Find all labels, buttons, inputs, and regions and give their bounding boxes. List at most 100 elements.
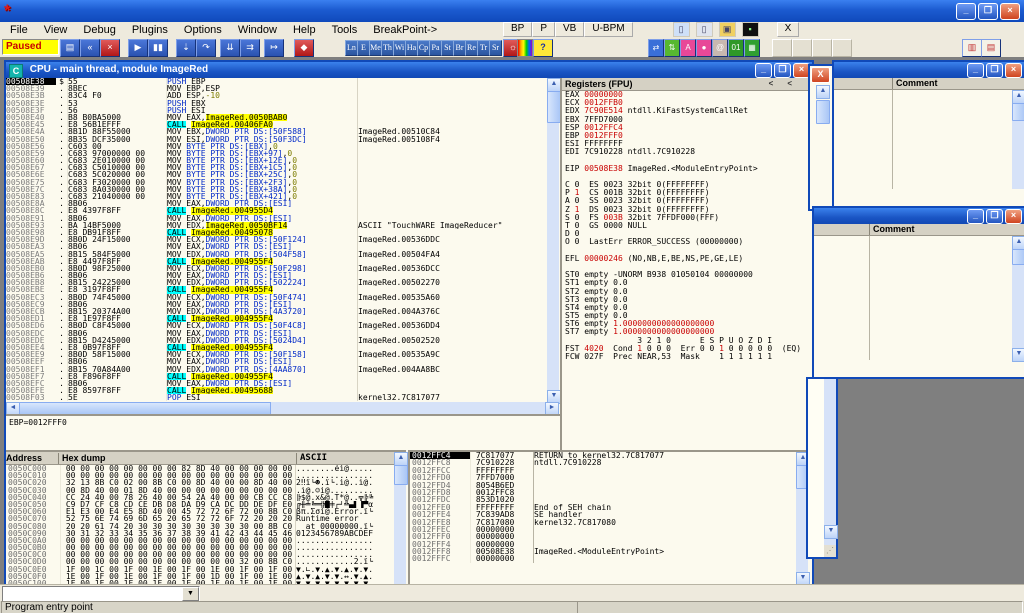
maximize-button[interactable]: ❐ bbox=[986, 63, 1003, 78]
disasm-row[interactable]: 00508E8C.E8 4397F8FFCALL ImageRed.004955… bbox=[6, 207, 547, 214]
command-combobox[interactable]: ▼ bbox=[2, 586, 200, 602]
blue-arrows-icon[interactable]: ⇄ bbox=[648, 39, 664, 57]
menu-item-help[interactable]: Help bbox=[285, 24, 324, 36]
open-file-icon[interactable]: ▤ bbox=[60, 39, 80, 57]
disasm-row[interactable]: 00508E59.C683 97000000 00MOV BYTE PTR DS… bbox=[6, 150, 547, 157]
dump-row[interactable]: 0050C050 C9 D7 CF C8 CD CE DB D8 DA D9 C… bbox=[6, 501, 394, 508]
scroll-down-icon[interactable]: ▼ bbox=[824, 525, 838, 539]
cpu-restore-button[interactable]: ❐ bbox=[774, 63, 791, 78]
register-line[interactable]: EFL 00000246 (NO,NB,E,BE,NS,PE,GE,LE) bbox=[565, 255, 810, 263]
disasm-row[interactable]: 00508E39.8BECMOV EBP,ESP bbox=[6, 85, 547, 92]
disassembly-hscrollbar[interactable]: ◄ ► bbox=[6, 402, 559, 414]
disasm-row[interactable]: 00508EDC.8B06MOV EAX,DWORD PTR DS:[ESI] bbox=[6, 330, 547, 337]
disasm-row[interactable]: 00508E8A.8B06MOV EAX,DWORD PTR DS:[ESI] bbox=[6, 200, 547, 207]
stack-pane[interactable]: 0012FFC4 7C817077RETURN to kernel32.7C81… bbox=[408, 450, 796, 586]
scroll-down-icon[interactable]: ▼ bbox=[1012, 348, 1024, 362]
register-line[interactable]: ST1 empty 0.0 bbox=[565, 279, 810, 287]
red-dot-icon[interactable]: ● bbox=[696, 39, 712, 57]
disasm-row[interactable]: 00508E98.E8 DB91F8FFCALL ImageRed.004950… bbox=[6, 229, 547, 236]
register-line[interactable]: EBP 0012FFF0 bbox=[565, 132, 810, 140]
register-line[interactable]: ECX 0012FFB0 bbox=[565, 99, 810, 107]
close-button[interactable]: × bbox=[1005, 209, 1022, 224]
stack-row[interactable]: 0012FFE4 7C839AD8SE handler bbox=[410, 511, 796, 518]
menu-item-tools[interactable]: Tools bbox=[324, 24, 366, 36]
stack-row[interactable]: 0012FFE0 FFFFFFFFEnd of SEH chain bbox=[410, 504, 796, 511]
register-line[interactable] bbox=[565, 173, 810, 181]
scroll-thumb[interactable] bbox=[1012, 103, 1024, 121]
scroll-up-icon[interactable]: ▲ bbox=[1012, 90, 1024, 104]
resize-grip[interactable]: ⋰ bbox=[824, 545, 836, 557]
spiral-icon[interactable]: @ bbox=[712, 39, 728, 57]
disasm-row[interactable]: 00508EBE.E8 3197F8FFCALL ImageRed.004955… bbox=[6, 286, 547, 293]
disasm-row[interactable]: 00508E3F.56PUSH ESI bbox=[6, 107, 547, 114]
notes-icon[interactable]: ▯ bbox=[696, 22, 713, 37]
disasm-row[interactable]: 00508E3B.83C4 F0ADD ESP,-10 bbox=[6, 92, 547, 99]
disasm-row[interactable]: 00508F03.5EPOP ESIkernel32.7C817077 bbox=[6, 394, 547, 401]
disasm-row[interactable]: 00508EFE.E8 8597F8FFCALL ImageRed.004956… bbox=[6, 387, 547, 394]
dump-row[interactable]: 0050C0A0 00 00 00 00 00 00 00 00 00 00 0… bbox=[6, 537, 394, 544]
stack-row[interactable]: 0012FFF4 00000000 bbox=[410, 541, 796, 548]
register-line[interactable]: ST7 empty 1.0000000000000000000 bbox=[565, 328, 810, 336]
dump-pane[interactable]: Address Hex dump ASCII 0050C000 00 00 00… bbox=[6, 450, 394, 586]
console-icon[interactable]: ▪ bbox=[742, 22, 759, 37]
dump-row[interactable]: 0050C040 CC 24 40 00 78 26 40 00 54 2A 4… bbox=[6, 494, 394, 501]
stack-row[interactable]: 0012FFDC 853D1020 bbox=[410, 496, 796, 503]
pluginbar-button-p[interactable]: P bbox=[532, 22, 555, 37]
comment-window-1-body[interactable]: ▲ bbox=[834, 90, 1024, 189]
scroll-thumb[interactable] bbox=[1012, 249, 1024, 265]
stack-row[interactable]: 0012FFC4 7C817077RETURN to kernel32.7C81… bbox=[410, 452, 796, 459]
restore-button[interactable]: ❐ bbox=[978, 3, 998, 20]
pluginbar-close-button[interactable]: X bbox=[777, 22, 800, 37]
stack-row[interactable]: 0012FFFC 00000000 bbox=[410, 555, 796, 562]
cpu-minimize-button[interactable]: _ bbox=[755, 63, 772, 78]
disasm-row[interactable]: 00508ED6.8B0D C8F45000MOV ECX,DWORD PTR … bbox=[6, 322, 547, 329]
menu-item-plugins[interactable]: Plugins bbox=[124, 24, 176, 36]
disasm-row[interactable]: 00508EC9.8B06MOV EAX,DWORD PTR DS:[ESI] bbox=[6, 301, 547, 308]
cpu-titlebar[interactable]: C CPU - main thread, module ImageRed _ ❐… bbox=[6, 62, 812, 78]
register-line[interactable]: FST 4020 Cond 1 0 0 0 Err 0 0 1 0 0 0 0 … bbox=[565, 345, 810, 353]
disasm-row[interactable]: 00508E38$55PUSH EBP bbox=[6, 78, 547, 85]
dropdown-arrow-icon[interactable]: ▼ bbox=[182, 587, 199, 601]
step-over-icon[interactable]: ↷ bbox=[196, 39, 216, 57]
document-icon[interactable]: ▯ bbox=[673, 22, 690, 37]
stack-row[interactable]: 0012FFF8 00508E38ImageRed.<ModuleEntryPo… bbox=[410, 548, 796, 555]
register-line[interactable] bbox=[565, 157, 810, 165]
comment-window-1-titlebar[interactable]: _ ❐ × bbox=[834, 62, 1024, 78]
minimize-button[interactable]: _ bbox=[956, 3, 976, 20]
disasm-row[interactable]: 00508EAB.E8 4497F8FFCALL ImageRed.004955… bbox=[6, 258, 547, 265]
stack-row[interactable]: 0012FFD0 7FFD7000 bbox=[410, 474, 796, 481]
register-line[interactable] bbox=[565, 247, 810, 255]
menu-item-options[interactable]: Options bbox=[176, 24, 230, 36]
run-icon[interactable]: ▶ bbox=[128, 39, 148, 57]
scroll-thumb[interactable] bbox=[547, 91, 561, 123]
register-line[interactable]: D 0 bbox=[565, 230, 810, 238]
disasm-row[interactable]: 00508ECB.8B15 20374A00MOV EDX,DWORD PTR … bbox=[6, 308, 547, 315]
register-line[interactable]: FCW 027F Prec NEAR,53 Mask 1 1 1 1 1 1 bbox=[565, 353, 810, 361]
register-line[interactable]: ST0 empty -UNORM B938 01050104 00000000 bbox=[565, 271, 810, 279]
disasm-row[interactable]: 00508E91.8B06MOV EAX,DWORD PTR DS:[ESI] bbox=[6, 215, 547, 222]
disasm-row[interactable]: 00508EDE.8B15 D4245000MOV EDX,DWORD PTR … bbox=[6, 337, 547, 344]
dump-row[interactable]: 0050C0C0 00 00 00 00 00 00 00 00 00 00 0… bbox=[6, 551, 394, 558]
disasm-row[interactable]: 00508E67.C683 C5010000 00MOV BYTE PTR DS… bbox=[6, 164, 547, 171]
disasm-row[interactable]: 00508E4A.8B1D 88F55000MOV EBX,DWORD PTR … bbox=[6, 128, 547, 135]
register-line[interactable]: ST4 empty 0.0 bbox=[565, 304, 810, 312]
disasm-row[interactable]: 00508ED1.E8 1E97F8FFCALL ImageRed.004955… bbox=[6, 315, 547, 322]
disasm-row[interactable]: 00508EF7.E8 F896F8FFCALL ImageRed.004955… bbox=[6, 373, 547, 380]
disasm-row[interactable]: 00508EB8.8B15 24225000MOV EDX,DWORD PTR … bbox=[6, 279, 547, 286]
disasm-row[interactable]: 00508E40.B8 B0BA5000MOV EAX,ImageRed.005… bbox=[6, 114, 547, 121]
register-line[interactable]: 3 2 1 0 E S P U O Z D I bbox=[565, 337, 810, 345]
register-line[interactable] bbox=[565, 263, 810, 271]
disassembly-scrollbar[interactable]: ▲ ▼ bbox=[547, 78, 559, 402]
register-line[interactable]: ST6 empty 1.0000000000000000000 bbox=[565, 320, 810, 328]
stack-row[interactable]: 0012FFD8 0012FFC8 bbox=[410, 489, 796, 496]
menu-item-view[interactable]: View bbox=[36, 24, 76, 36]
disasm-row[interactable]: 00508EA5.8B15 584F5000MOV EDX,DWORD PTR … bbox=[6, 251, 547, 258]
register-line[interactable]: EIP 00508E38 ImageRed.<ModuleEntryPoint> bbox=[565, 165, 810, 173]
binary-icon[interactable]: 01 bbox=[728, 39, 744, 57]
pluginbar-button-vb[interactable]: VB bbox=[555, 22, 584, 37]
disasm-row[interactable]: 00508EB0.8B0D 98F25000MOV ECX,DWORD PTR … bbox=[6, 265, 547, 272]
dump-row[interactable]: 0050C060 E1 E3 00 E4 E5 8D 40 00 45 72 7… bbox=[6, 508, 394, 515]
layout-icon-2[interactable]: ▤ bbox=[981, 39, 1001, 57]
registers-pane[interactable]: Registers (FPU) << EAX 00000000ECX 0012F… bbox=[560, 78, 810, 450]
register-line[interactable]: C 0 ES 0023 32bit 0(FFFFFFFF) bbox=[565, 181, 810, 189]
